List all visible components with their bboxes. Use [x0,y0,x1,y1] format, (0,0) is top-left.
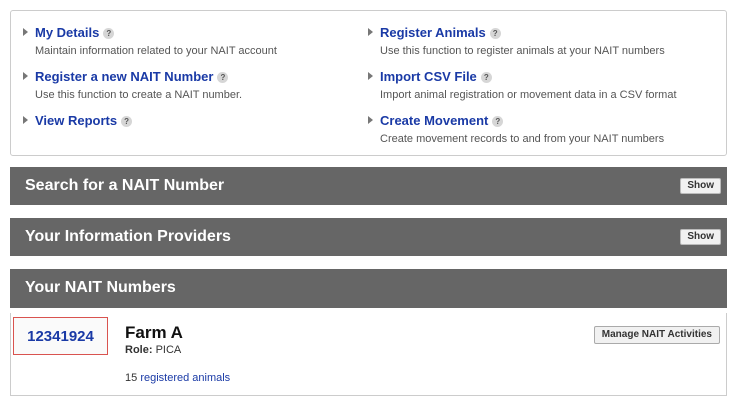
manage-nait-activities-button[interactable]: Manage NAIT Activities [593,326,720,344]
quick-links-left-column: My Details? Maintain information related… [23,24,277,156]
register-nait-number-description: Use this function to create a NAIT numbe… [35,89,243,101]
menu-item-register-nait-number: Register a new NAIT Number? Use this fun… [23,68,277,112]
my-details-description: Maintain information related to your NAI… [35,45,277,57]
registered-animals-line: 15 registered animals [125,372,230,384]
import-csv-link[interactable]: Import CSV File [380,69,477,85]
arrow-right-icon [23,72,28,80]
help-icon[interactable]: ? [217,72,229,83]
nait-number-entry: 12341924 Farm A Role: PICA 15 registered… [10,313,727,396]
nait-numbers-panel-header: Your NAIT Numbers [10,269,727,308]
menu-item-view-reports: View Reports? [23,112,277,156]
search-nait-number-panel-header[interactable]: Search for a NAIT Number Show [10,167,727,205]
create-movement-description: Create movement records to and from your… [380,133,665,145]
arrow-right-icon [23,28,28,36]
menu-item-my-details: My Details? Maintain information related… [23,24,277,68]
view-reports-link[interactable]: View Reports [35,113,117,129]
help-icon[interactable]: ? [121,116,133,127]
role-label: Role: [125,344,153,356]
farm-name: Farm A [125,323,183,342]
help-icon[interactable]: ? [480,72,492,83]
create-movement-link[interactable]: Create Movement [380,113,488,129]
arrow-right-icon [368,28,373,36]
import-csv-description: Import animal registration or movement d… [380,89,677,101]
register-animals-link[interactable]: Register Animals [380,25,486,41]
animal-count: 15 [125,372,138,384]
help-icon[interactable]: ? [492,116,504,127]
role-line: Role: PICA [125,344,181,356]
register-nait-number-link[interactable]: Register a new NAIT Number [35,69,213,85]
providers-panel-title: Your Information Providers [25,228,231,245]
menu-item-import-csv: Import CSV File? Import animal registrat… [368,68,677,112]
nait-number-highlight: 12341924 [13,317,108,355]
nait-numbers-panel-title: Your NAIT Numbers [25,279,176,296]
arrow-right-icon [368,116,373,124]
role-value: PICA [155,344,182,356]
nait-number-link[interactable]: 12341924 [27,328,94,345]
menu-item-create-movement: Create Movement? Create movement records… [368,112,677,156]
arrow-right-icon [23,116,28,124]
quick-links-panel: My Details? Maintain information related… [10,10,727,156]
search-panel-title: Search for a NAIT Number [25,177,225,194]
help-icon[interactable]: ? [103,28,115,39]
information-providers-panel-header[interactable]: Your Information Providers Show [10,218,727,256]
registered-animals-link[interactable]: registered animals [140,372,230,384]
register-animals-description: Use this function to register animals at… [380,45,665,57]
providers-show-button[interactable]: Show [680,229,721,245]
menu-item-register-animals: Register Animals? Use this function to r… [368,24,677,68]
my-details-link[interactable]: My Details [35,25,99,41]
quick-links-right-column: Register Animals? Use this function to r… [368,24,677,156]
arrow-right-icon [368,72,373,80]
help-icon[interactable]: ? [489,28,501,39]
search-show-button[interactable]: Show [680,178,721,194]
